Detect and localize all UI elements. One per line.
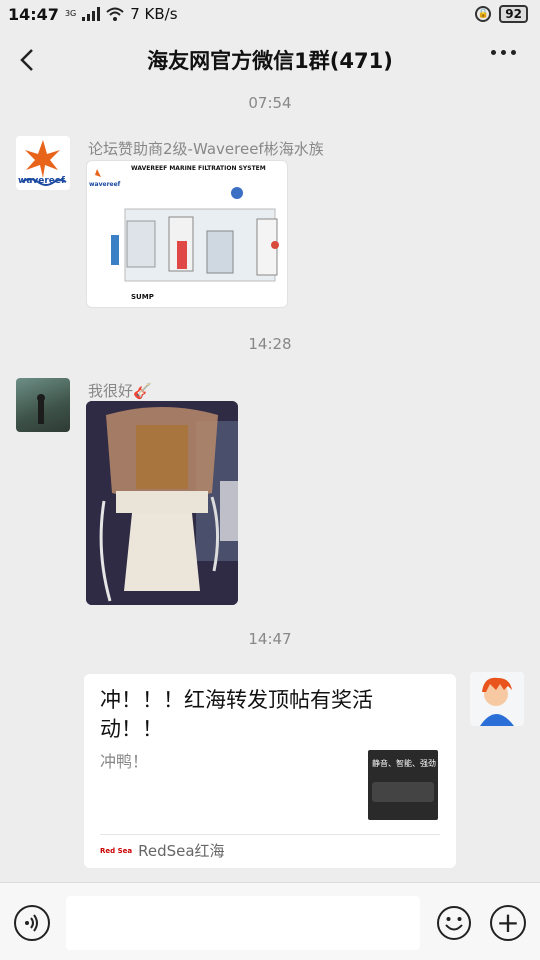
status-time: 14:47: [8, 4, 59, 24]
signal-icon: [82, 7, 101, 21]
chevron-left-icon[interactable]: [14, 46, 42, 74]
card-source-name: RedSea红海: [138, 842, 225, 860]
avatar-logo-text: wavereef: [18, 176, 65, 186]
chat-title: 海友网官方微信1群(471): [147, 49, 393, 73]
card-source: Red Sea RedSea红海: [100, 840, 225, 861]
redsea-logo: Red Sea: [100, 846, 133, 855]
chat-header: 海友网官方微信1群(471): [0, 28, 540, 92]
link-card[interactable]: 冲！！！红海转发顶帖有奖活动！！ 冲鸭！ 静音、智能、强劲 Red Sea Re…: [84, 674, 456, 868]
timestamp: 14:28: [248, 335, 292, 353]
card-divider: [100, 834, 440, 835]
sender-name: 论坛赞助商2级-Wavereef彬海水族: [88, 140, 324, 158]
avatar[interactable]: [470, 672, 524, 726]
card-thumbnail-text: 静音、智能、强劲: [372, 759, 436, 768]
image-message[interactable]: wavereef WAVEREEF MARINE FILTRATION SYST…: [86, 160, 288, 308]
avatar[interactable]: [16, 378, 70, 432]
sender-name: 我很好🎸: [88, 382, 152, 400]
timestamp: 07:54: [248, 94, 292, 112]
wifi-icon: [106, 7, 124, 21]
emoji-icon[interactable]: [436, 905, 472, 941]
image-label: SUMP: [131, 293, 154, 301]
message-input[interactable]: [66, 896, 420, 950]
input-bar: +: [0, 882, 540, 960]
network-type: 3G: [64, 9, 77, 18]
more-dots-icon[interactable]: [491, 50, 516, 55]
card-thumbnail: 静音、智能、强劲: [368, 750, 438, 820]
network-speed: 7 KB/s: [130, 5, 178, 23]
status-bar: 14:47 3G 7 KB/s 🔒 92: [0, 0, 540, 28]
timestamp: 14:47: [248, 630, 292, 648]
battery-level: 92: [499, 5, 528, 23]
card-title: 冲！！！红海转发顶帖有奖活动！！: [100, 688, 373, 741]
card-description: 冲鸭！: [100, 752, 149, 771]
avatar[interactable]: wavereef: [16, 136, 70, 190]
plus-icon[interactable]: +: [490, 905, 526, 941]
voice-icon[interactable]: [14, 905, 50, 941]
rotation-lock-icon: 🔒: [475, 6, 492, 22]
image-message[interactable]: [86, 401, 238, 605]
message-list[interactable]: 07:54 wavereef 论坛赞助商2级-Wavereef彬海水族 wave…: [0, 92, 540, 882]
